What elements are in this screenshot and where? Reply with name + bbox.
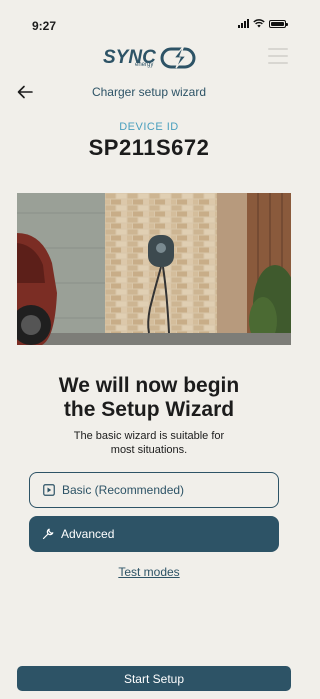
- description-line-2: most situations.: [110, 444, 188, 456]
- basic-option-button[interactable]: Basic (Recommended): [29, 472, 279, 508]
- header-row: Charger setup wizard: [0, 82, 298, 104]
- description: The basic wizard is suitable for most si…: [0, 429, 298, 457]
- wrench-icon: [42, 528, 54, 540]
- device-id-value: SP211S672: [88, 135, 210, 160]
- advanced-option-button[interactable]: Advanced: [29, 516, 279, 552]
- start-setup-button[interactable]: Start Setup: [17, 666, 291, 691]
- basic-option-label: Basic (Recommended): [62, 483, 185, 497]
- logo-mark-icon: [160, 47, 196, 69]
- device-id-label: DEVICE ID: [119, 121, 179, 133]
- charger-photo: [17, 193, 291, 345]
- advanced-option-label: Advanced: [61, 527, 115, 541]
- page-title: Charger setup wizard: [91, 85, 207, 99]
- wifi-icon: [253, 19, 265, 28]
- charger-setup-screen: 9:27 SYNC energy Charger setup wizard DE…: [0, 0, 298, 699]
- cellular-signal-icon: [238, 19, 249, 28]
- status-bar: 9:27: [0, 0, 298, 44]
- logo-row: SYNC energy: [0, 44, 298, 72]
- headline-line-1: We will now begin: [58, 374, 240, 397]
- status-time: 9:27: [32, 19, 57, 33]
- play-square-icon: [43, 484, 55, 496]
- test-modes-link[interactable]: Test modes: [0, 565, 298, 579]
- logo-subtext: energy: [135, 62, 154, 68]
- description-line-1: The basic wizard is suitable for: [73, 430, 225, 442]
- sync-energy-logo: SYNC energy: [103, 44, 199, 72]
- headline: We will now begin the Setup Wizard: [0, 374, 298, 422]
- status-icons: [238, 19, 288, 28]
- menu-icon[interactable]: [268, 48, 288, 69]
- headline-line-2: the Setup Wizard: [63, 398, 235, 421]
- battery-icon: [269, 19, 288, 28]
